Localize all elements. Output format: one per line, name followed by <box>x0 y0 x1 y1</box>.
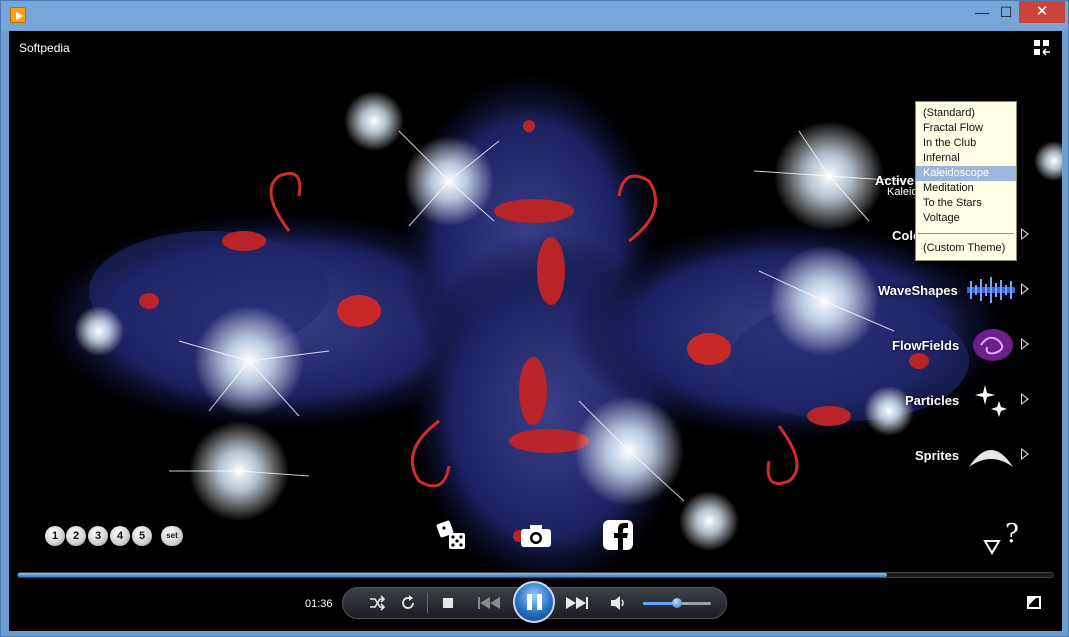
title-bar[interactable]: — ☐ ✕ <box>1 1 1068 30</box>
particles-thumbnail-icon[interactable] <box>971 381 1011 421</box>
maximize-button[interactable]: ☐ <box>991 1 1021 23</box>
flowfields-arrow-icon[interactable] <box>1021 338 1029 350</box>
app-icon[interactable] <box>10 7 26 23</box>
menu-waveshapes-label[interactable]: WaveShapes <box>878 283 958 298</box>
waveshapes-arrow-icon[interactable] <box>1021 283 1029 295</box>
previous-icon[interactable] <box>476 596 502 610</box>
menu-particles-label[interactable]: Particles <box>905 393 959 408</box>
dropdown-separator <box>918 233 1014 234</box>
colors-arrow-icon[interactable] <box>1021 228 1029 240</box>
particles-arrow-icon[interactable] <box>1021 393 1029 405</box>
facebook-icon[interactable] <box>602 519 634 551</box>
shuffle-icon[interactable] <box>368 595 386 611</box>
preset-button-1[interactable]: 1 <box>45 526 65 546</box>
stop-icon[interactable] <box>442 597 454 609</box>
theme-option[interactable]: Infernal <box>916 151 1016 166</box>
waveshape-thumbnail-icon[interactable] <box>967 275 1015 305</box>
theme-option[interactable]: Voltage <box>916 211 1016 226</box>
dice-icon[interactable] <box>435 519 469 553</box>
theme-option[interactable]: To the Stars <box>916 196 1016 211</box>
close-button[interactable]: ✕ <box>1019 1 1065 23</box>
menu-sprites-label[interactable]: Sprites <box>915 448 959 463</box>
theme-option[interactable]: Meditation <box>916 181 1016 196</box>
menu-flowfields-label[interactable]: FlowFields <box>892 338 959 353</box>
seek-bar[interactable] <box>17 572 1054 578</box>
theme-option[interactable]: In the Club <box>916 136 1016 151</box>
preset-button-5[interactable]: 5 <box>132 526 152 546</box>
theme-option-custom[interactable]: (Custom Theme) <box>916 241 1016 256</box>
repeat-icon[interactable] <box>400 595 416 611</box>
preset-button-2[interactable]: 2 <box>66 526 86 546</box>
elapsed-time: 01:36 <box>305 598 333 610</box>
stage-title: Softpedia <box>19 41 70 55</box>
menu-active-sub: Kaleid <box>887 186 918 198</box>
collapse-triangle-icon[interactable] <box>983 539 1001 555</box>
pause-bar-icon <box>537 594 542 610</box>
preset-set-button[interactable]: set <box>161 526 183 546</box>
theme-option[interactable]: (Standard) <box>916 106 1016 121</box>
pause-button[interactable] <box>513 581 555 623</box>
controls-divider <box>427 593 428 613</box>
camera-icon[interactable] <box>519 523 553 549</box>
pause-bar-icon <box>527 594 532 610</box>
next-icon[interactable] <box>564 596 590 610</box>
sprites-moon-icon[interactable] <box>967 439 1015 469</box>
volume-knob[interactable] <box>672 598 682 608</box>
theme-option-selected[interactable]: Kaleidoscope <box>916 166 1016 181</box>
preset-button-3[interactable]: 3 <box>88 526 108 546</box>
theme-option[interactable]: Fractal Flow <box>916 121 1016 136</box>
theme-dropdown[interactable]: (Standard) Fractal Flow In the Club Infe… <box>915 101 1017 261</box>
fullscreen-icon[interactable] <box>1027 596 1041 609</box>
volume-slider[interactable] <box>643 598 711 608</box>
media-player-window: — ☐ ✕ Softpedia Active Kaleid Colo WaveS… <box>0 0 1069 637</box>
layout-toggle-icon[interactable] <box>1033 39 1051 57</box>
volume-icon[interactable] <box>610 595 628 611</box>
flowfield-thumbnail-icon[interactable] <box>967 327 1015 363</box>
sprites-arrow-icon[interactable] <box>1021 448 1029 460</box>
seek-progress <box>18 573 887 577</box>
preset-button-4[interactable]: 4 <box>110 526 130 546</box>
help-icon[interactable]: ? <box>1005 519 1019 549</box>
visualization-stage[interactable]: Softpedia Active Kaleid Colo WaveShapes … <box>9 31 1062 631</box>
